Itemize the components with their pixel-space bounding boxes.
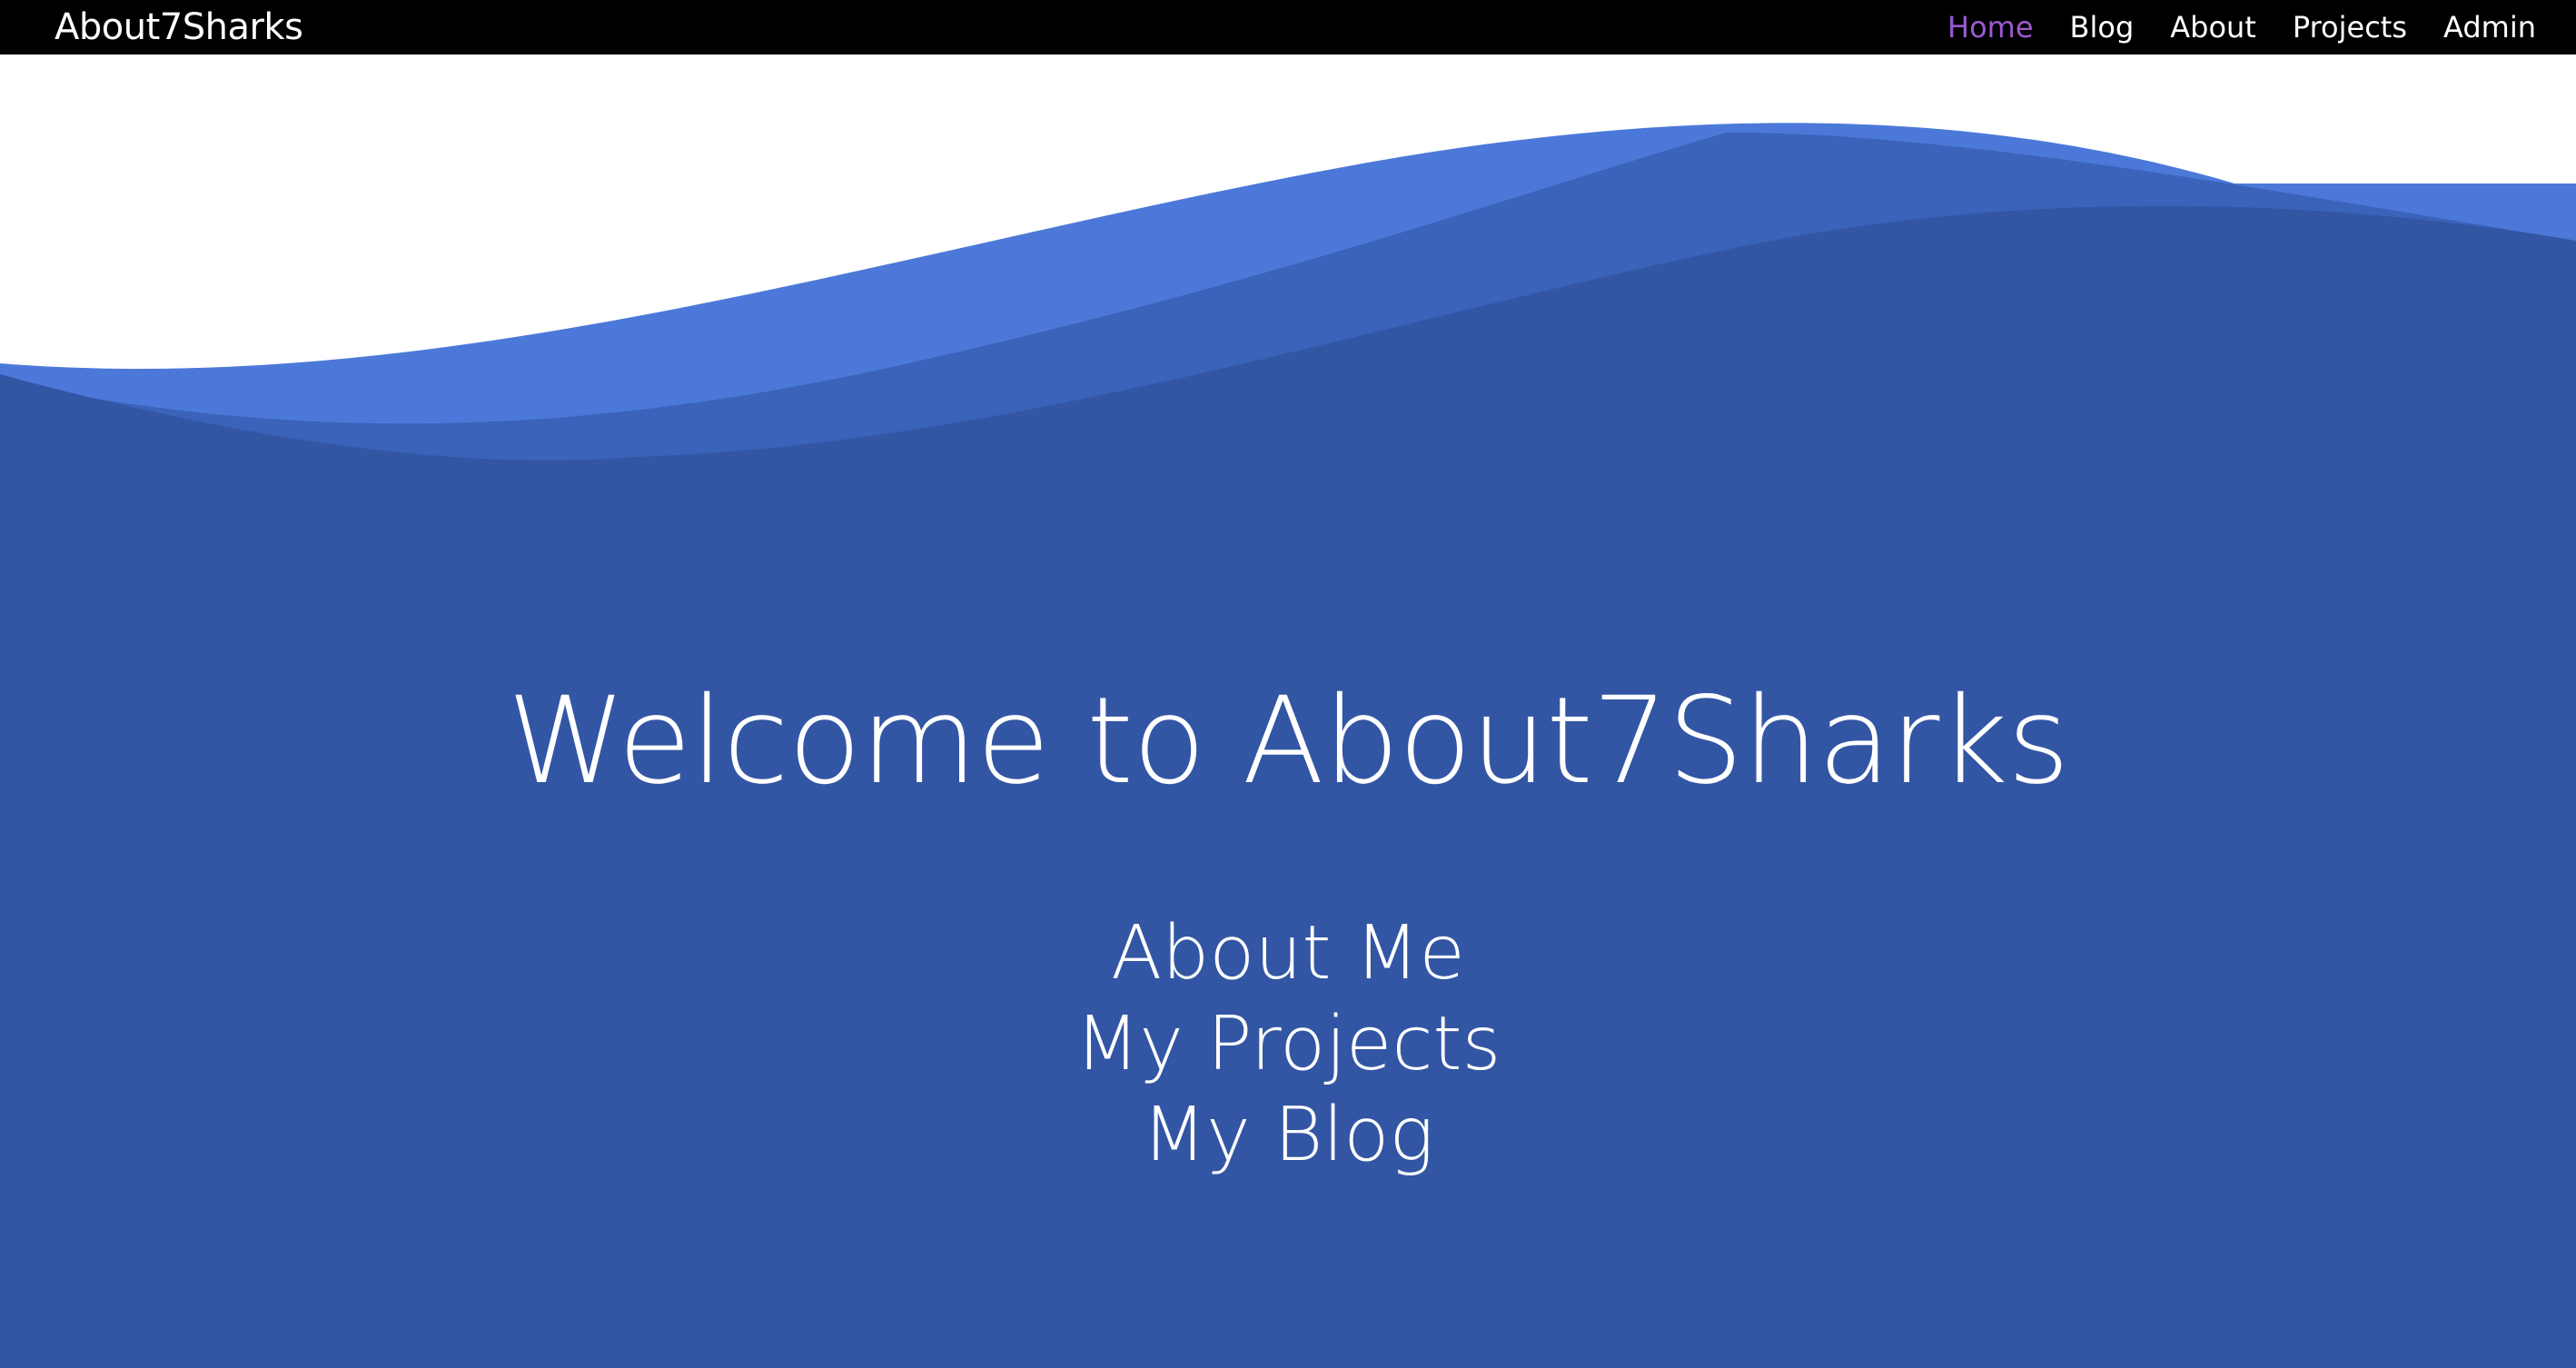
my-blog-link[interactable]: My Blog bbox=[1142, 1090, 1433, 1181]
about-me-link[interactable]: About Me bbox=[1111, 908, 1465, 999]
site-brand-link[interactable]: About7Sharks bbox=[54, 0, 303, 55]
hero-section: Welcome to About7Sharks About Me My Proj… bbox=[0, 55, 2576, 1368]
my-projects-link[interactable]: My Projects bbox=[1075, 999, 1501, 1090]
nav-link-home[interactable]: Home bbox=[1947, 0, 2034, 55]
hero-link-list: About Me My Projects My Blog bbox=[0, 908, 2576, 1181]
nav-link-projects[interactable]: Projects bbox=[2293, 0, 2407, 55]
nav-link-blog[interactable]: Blog bbox=[2070, 0, 2135, 55]
top-navbar: About7Sharks Home Blog About Projects Ad… bbox=[0, 0, 2576, 55]
nav-link-admin[interactable]: Admin bbox=[2443, 0, 2536, 55]
nav-menu: Home Blog About Projects Admin bbox=[1947, 0, 2536, 55]
hero-content: Welcome to About7Sharks About Me My Proj… bbox=[0, 55, 2576, 1368]
nav-link-about[interactable]: About bbox=[2170, 0, 2256, 55]
hero-title: Welcome to About7Sharks bbox=[507, 671, 2069, 811]
